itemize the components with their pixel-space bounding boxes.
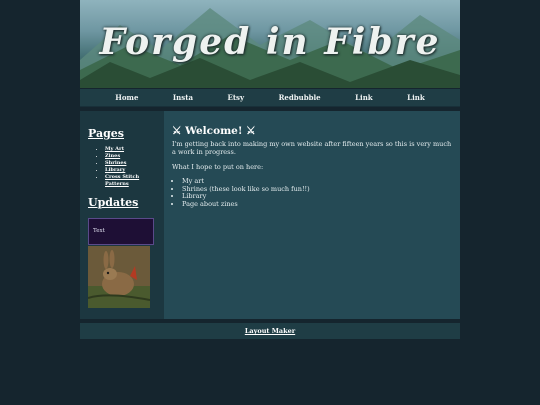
intro-paragraph: I'm getting back into making my own webs… bbox=[172, 140, 452, 156]
pages-heading: Pages bbox=[88, 127, 124, 140]
nav-link-1[interactable]: Link bbox=[355, 93, 373, 102]
sidebar-item-library[interactable]: Library bbox=[105, 167, 156, 174]
footer: Layout Maker bbox=[80, 323, 460, 339]
main-area: Pages My Art Zines Shrines Library Cross… bbox=[80, 111, 460, 319]
list-item: Page about zines bbox=[182, 200, 452, 209]
updates-heading: Updates bbox=[88, 196, 139, 209]
layout-maker-link[interactable]: Layout Maker bbox=[245, 327, 295, 335]
list-item: Shrines (these look like so much fun!!) bbox=[182, 185, 452, 194]
site-title: Forged in Fibre bbox=[99, 21, 441, 63]
sidebar-item-cross-stitch[interactable]: Cross Stitch Patterns bbox=[105, 174, 156, 188]
hope-list: My art Shrines (these look like so much … bbox=[172, 177, 452, 209]
sidebar: Pages My Art Zines Shrines Library Cross… bbox=[80, 111, 164, 319]
pages-list: My Art Zines Shrines Library Cross Stitc… bbox=[88, 146, 156, 188]
nav-redbubble-link[interactable]: Redbubble bbox=[279, 93, 321, 102]
hope-paragraph: What I hope to put on here: bbox=[172, 163, 264, 171]
update-box: Text bbox=[88, 218, 154, 245]
nav-link-2[interactable]: Link bbox=[407, 93, 425, 102]
nav-bar: Home Insta Etsy Redbubble Link Link bbox=[80, 89, 460, 107]
sidebar-item-zines[interactable]: Zines bbox=[105, 153, 156, 160]
sidebar-item-shrines[interactable]: Shrines bbox=[105, 160, 156, 167]
main-content: ⚔ Welcome! ⚔ I'm getting back into makin… bbox=[164, 111, 460, 319]
nav-home-link[interactable]: Home bbox=[115, 93, 138, 102]
rabbit-painting-image bbox=[88, 246, 150, 308]
header-banner: Forged in Fibre bbox=[80, 0, 460, 88]
nav-insta-link[interactable]: Insta bbox=[173, 93, 193, 102]
nav-etsy-link[interactable]: Etsy bbox=[227, 93, 244, 102]
welcome-heading: ⚔ Welcome! ⚔ bbox=[172, 125, 256, 137]
page-container: Forged in Fibre Home Insta Etsy Redbubbl… bbox=[80, 0, 460, 339]
sidebar-item-my-art[interactable]: My Art bbox=[105, 146, 156, 153]
